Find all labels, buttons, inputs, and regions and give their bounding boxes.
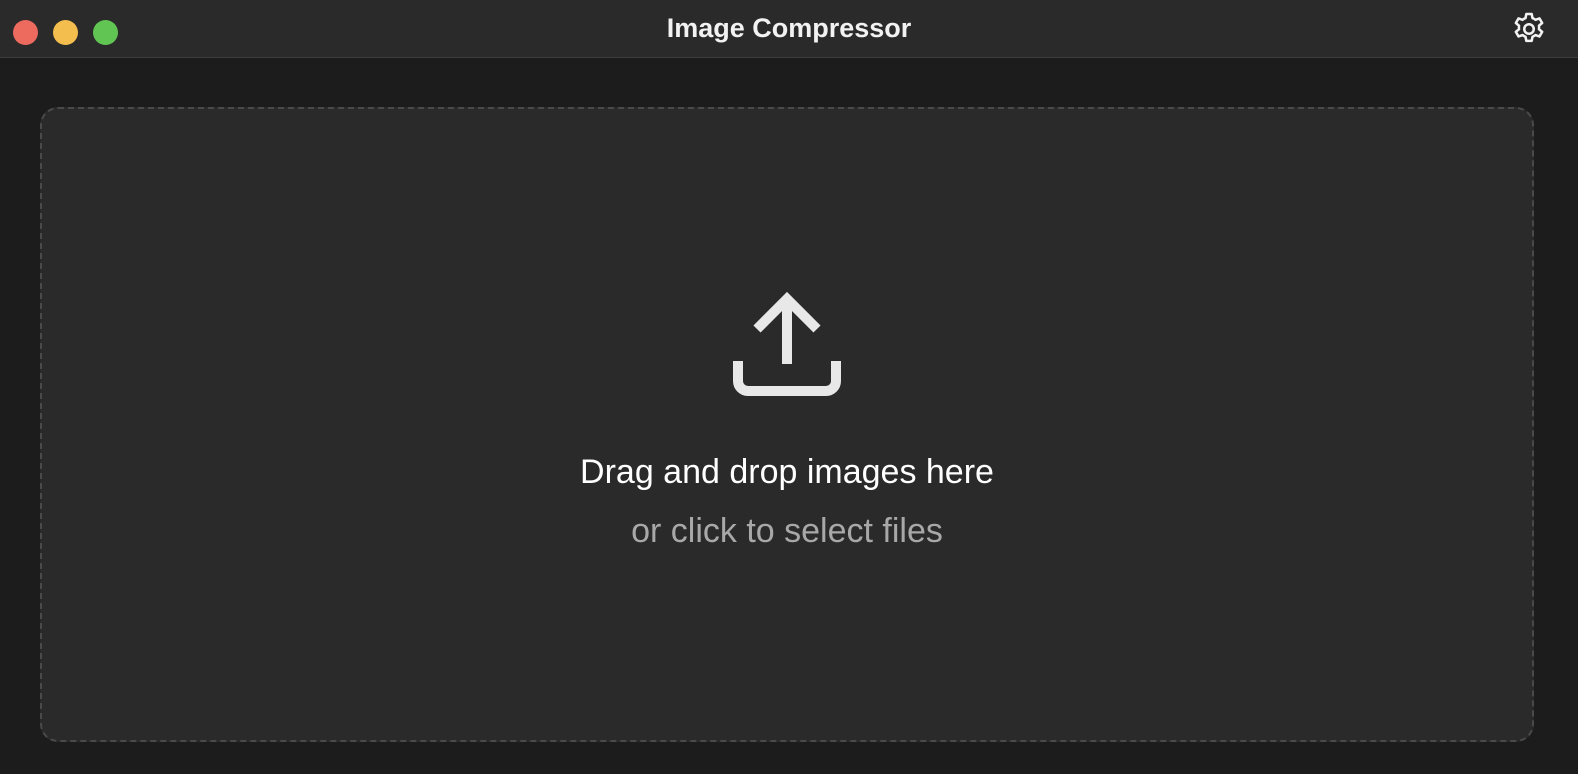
upload-icon — [733, 291, 841, 396]
app-window: Image Compressor Drag and drop images he… — [0, 0, 1578, 774]
settings-button[interactable] — [1510, 10, 1548, 48]
window-title: Image Compressor — [666, 13, 912, 43]
dropzone-primary-text: Drag and drop images here — [580, 453, 994, 491]
dropzone-secondary-text: or click to select files — [631, 512, 943, 550]
file-dropzone[interactable]: Drag and drop images here or click to se… — [40, 107, 1534, 742]
title-bar: Image Compressor — [0, 0, 1578, 58]
gear-icon — [1514, 12, 1544, 43]
